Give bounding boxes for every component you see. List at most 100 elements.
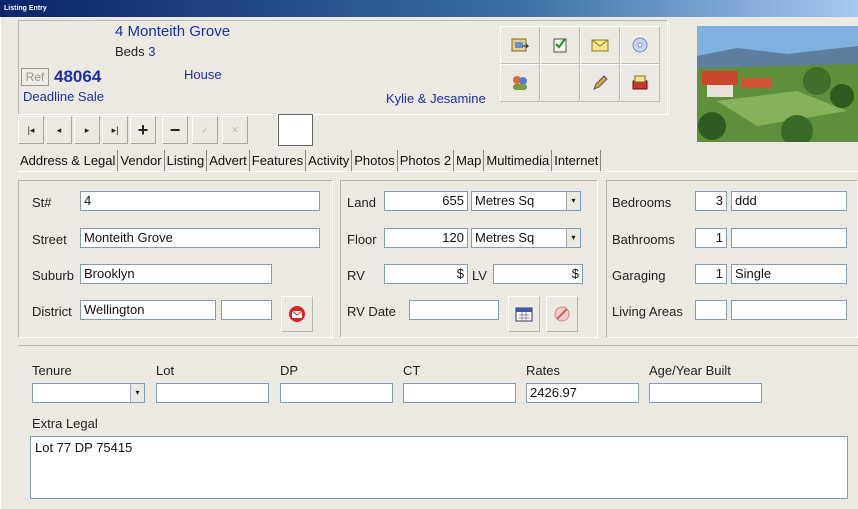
- suburb-label: Suburb: [32, 268, 74, 283]
- listing-address: 4 Monteith Grove: [115, 23, 231, 40]
- chevron-down-icon[interactable]: ▾: [566, 192, 580, 210]
- tenure-label: Tenure: [32, 363, 72, 378]
- dp-input[interactable]: [280, 383, 393, 403]
- land-area-input[interactable]: 655: [384, 191, 468, 211]
- living-areas-input[interactable]: [695, 300, 727, 320]
- property-photo: [697, 26, 858, 142]
- delete-record-button[interactable]: −: [162, 116, 188, 144]
- property-type: House: [184, 67, 222, 82]
- print-button[interactable]: [620, 64, 660, 102]
- district-label: District: [32, 304, 72, 319]
- living-areas-label: Living Areas: [612, 304, 683, 319]
- last-record-button[interactable]: ▸|: [102, 116, 128, 144]
- email-icon: [591, 39, 609, 52]
- tab-features[interactable]: Features: [250, 150, 307, 171]
- edit-button[interactable]: [580, 64, 620, 102]
- listing-agents: Kylie & Jesamine: [386, 91, 486, 106]
- tab-divider: [18, 171, 858, 172]
- lv-label: LV: [472, 268, 487, 283]
- suburb-input[interactable]: Brooklyn: [80, 264, 272, 284]
- land-unit-select[interactable]: Metres Sq ▾: [471, 191, 581, 211]
- bathrooms-input[interactable]: 1: [695, 228, 727, 248]
- age-built-input[interactable]: [649, 383, 762, 403]
- age-built-label: Age/Year Built: [649, 363, 731, 378]
- rv-date-input[interactable]: [409, 300, 499, 320]
- extra-legal-textarea[interactable]: Lot 77 DP 75415: [30, 436, 848, 499]
- living-areas-note-input[interactable]: [731, 300, 847, 320]
- rates-input[interactable]: 2426.97: [526, 383, 639, 403]
- street-label: Street: [32, 232, 67, 247]
- tab-address-legal[interactable]: Address & Legal: [18, 150, 119, 171]
- tenure-select[interactable]: ▾: [32, 383, 145, 403]
- ct-input[interactable]: [403, 383, 516, 403]
- floor-unit-value: Metres Sq: [475, 230, 535, 245]
- add-record-button[interactable]: +: [130, 116, 156, 144]
- ref-number: 48064: [54, 67, 102, 86]
- ref-button[interactable]: Ref: [21, 68, 49, 86]
- district-mail-button[interactable]: [281, 296, 313, 332]
- lv-input[interactable]: $: [493, 264, 583, 284]
- sale-method: Deadline Sale: [23, 89, 104, 104]
- beds-summary-label: Beds: [115, 44, 145, 59]
- cancel-record-button[interactable]: ✕: [222, 116, 248, 144]
- pencil-icon: [593, 75, 608, 90]
- bedrooms-note-input[interactable]: ddd: [731, 191, 847, 211]
- rv-date-label: RV Date: [347, 304, 396, 319]
- printer-icon: [632, 75, 648, 90]
- record-indicator: [278, 114, 313, 146]
- chevron-down-icon[interactable]: ▾: [566, 229, 580, 247]
- rates-label: Rates: [526, 363, 560, 378]
- import-icon: [511, 38, 530, 52]
- lot-label: Lot: [156, 363, 175, 378]
- land-label: Land: [347, 195, 376, 210]
- post-record-button[interactable]: ✓: [192, 116, 218, 144]
- clear-date-button[interactable]: [546, 296, 578, 332]
- first-record-button[interactable]: |◂: [18, 116, 44, 144]
- garaging-label: Garaging: [612, 268, 666, 283]
- lot-input[interactable]: [156, 383, 269, 403]
- window-titlebar: Listing Entry: [0, 0, 858, 17]
- dp-label: DP: [280, 363, 299, 378]
- district-extra-input[interactable]: [221, 300, 272, 320]
- disc-button[interactable]: [620, 26, 660, 64]
- next-record-button[interactable]: ▸: [74, 116, 100, 144]
- notepad-icon: [553, 38, 567, 53]
- previous-record-button[interactable]: ◂: [46, 116, 72, 144]
- tab-map[interactable]: Map: [454, 150, 485, 171]
- land-unit-value: Metres Sq: [475, 193, 535, 208]
- notepad-button[interactable]: [540, 26, 580, 64]
- floor-area-input[interactable]: 120: [384, 228, 468, 248]
- garaging-note-input[interactable]: Single: [731, 264, 847, 284]
- bedrooms-label: Bedrooms: [612, 195, 672, 210]
- rv-input[interactable]: $: [384, 264, 468, 284]
- tab-photos-2[interactable]: Photos 2: [398, 150, 455, 171]
- district-input[interactable]: Wellington: [80, 300, 216, 320]
- tab-listing[interactable]: Listing: [165, 150, 208, 171]
- email-button[interactable]: [580, 26, 620, 64]
- tab-internet[interactable]: Internet: [552, 150, 602, 171]
- tab-advert[interactable]: Advert: [207, 150, 250, 171]
- chevron-down-icon[interactable]: ▾: [130, 384, 144, 402]
- people-icon: [513, 76, 527, 90]
- disc-icon: [632, 37, 648, 53]
- tab-activity[interactable]: Activity: [306, 150, 353, 171]
- tab-vendor[interactable]: Vendor: [118, 150, 165, 171]
- st-number-label: St#: [32, 195, 52, 210]
- window-title: Listing Entry: [4, 5, 47, 12]
- contacts-button[interactable]: [500, 64, 540, 102]
- street-input[interactable]: Monteith Grove: [80, 228, 320, 248]
- st-number-input[interactable]: 4: [80, 191, 320, 211]
- tab-multimedia[interactable]: Multimedia: [484, 150, 553, 171]
- garaging-input[interactable]: 1: [695, 264, 727, 284]
- tab-photos[interactable]: Photos: [352, 150, 398, 171]
- rv-label: RV: [347, 268, 365, 283]
- calendar-button[interactable]: [508, 296, 540, 332]
- bathrooms-note-input[interactable]: [731, 228, 847, 248]
- floor-unit-select[interactable]: Metres Sq ▾: [471, 228, 581, 248]
- calendar-icon: [515, 307, 533, 322]
- beds-summary: Beds 3: [115, 44, 156, 59]
- blank-toolbar-button[interactable]: [540, 64, 580, 102]
- import-button[interactable]: [500, 26, 540, 64]
- extra-legal-label: Extra Legal: [32, 416, 98, 431]
- bedrooms-input[interactable]: 3: [695, 191, 727, 211]
